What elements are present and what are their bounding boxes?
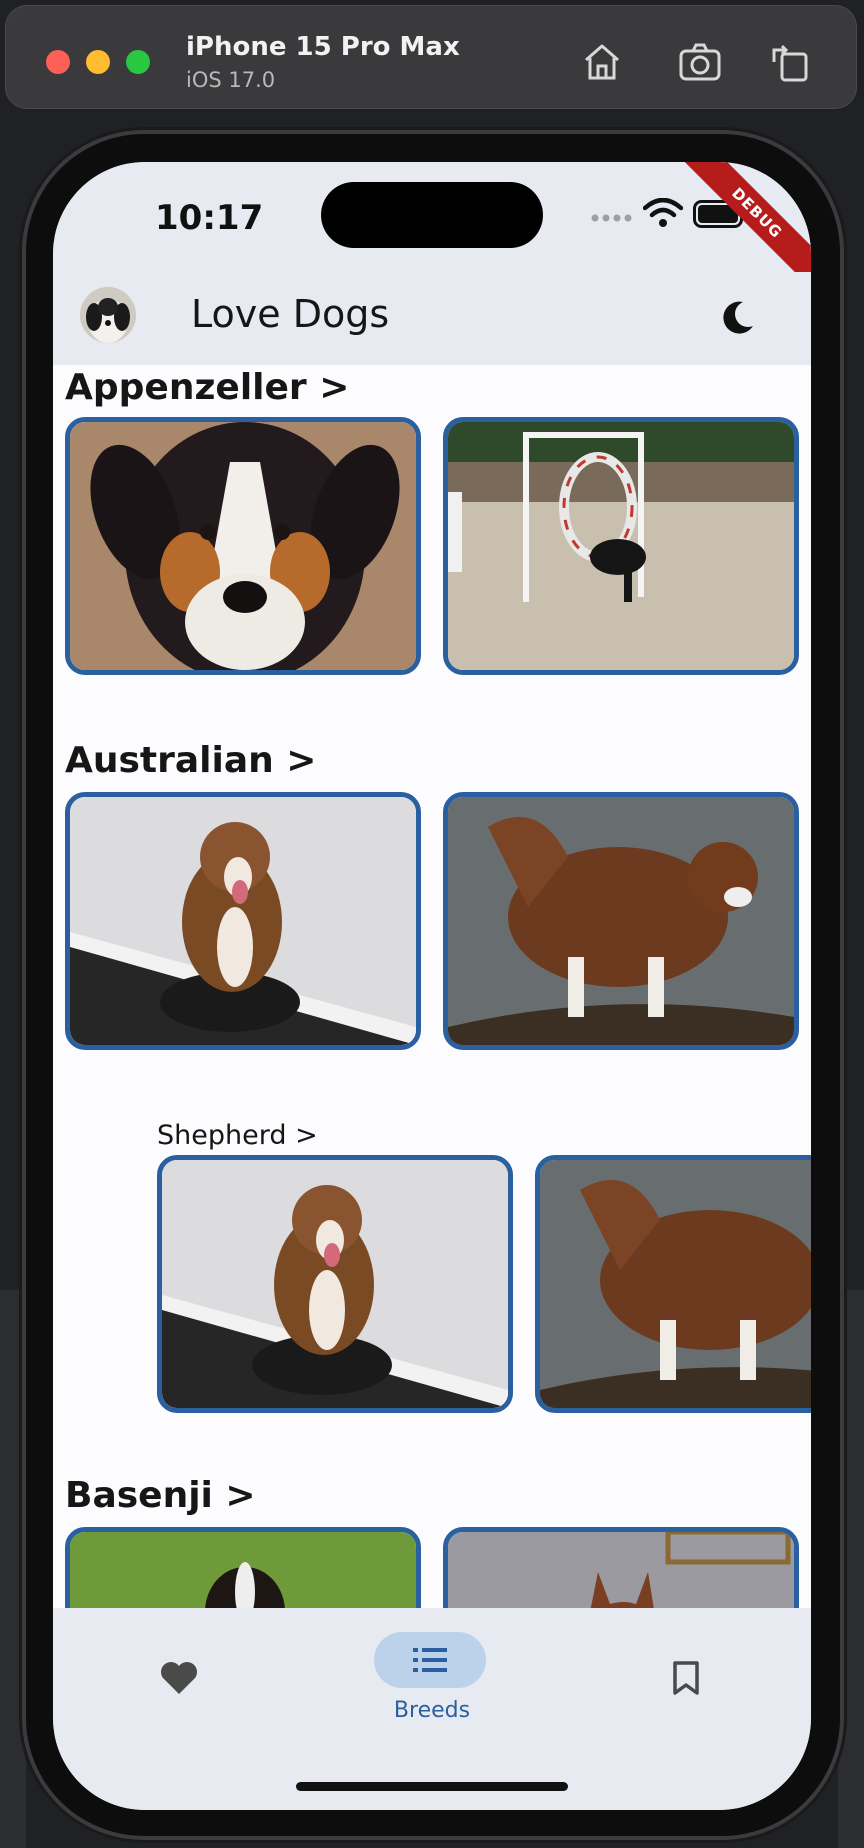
heart-icon[interactable] <box>159 1660 199 1696</box>
phone-screen: 10:17 DEBUG Love Dogs Appenzeller > Aust… <box>53 162 811 1810</box>
shepherd-sitting-image <box>162 1160 508 1408</box>
wifi-icon <box>643 198 683 227</box>
breed-list[interactable]: Appenzeller > Australian > Shepherd > Ba… <box>53 365 811 1615</box>
breed-image-card[interactable] <box>443 417 799 675</box>
breed-title-appenzeller[interactable]: Appenzeller > <box>65 367 349 408</box>
breed-image-card[interactable] <box>65 792 421 1050</box>
app-title: Love Dogs <box>191 292 390 336</box>
bookmark-icon[interactable] <box>671 1660 701 1696</box>
basenji-indoor-image <box>448 1532 794 1615</box>
breed-image-card[interactable] <box>65 1527 421 1615</box>
zoom-window-button[interactable] <box>126 50 150 74</box>
background-window <box>838 1290 864 1848</box>
os-version: iOS 17.0 <box>186 68 276 92</box>
avatar[interactable] <box>80 287 136 343</box>
bottom-navigation: Breeds <box>53 1608 811 1810</box>
home-indicator[interactable] <box>296 1782 568 1791</box>
shepherd-tree-image <box>540 1160 811 1408</box>
signal-icon <box>591 214 632 222</box>
minimize-window-button[interactable] <box>86 50 110 74</box>
nav-label-breeds[interactable]: Breeds <box>53 1698 811 1723</box>
home-icon[interactable] <box>578 38 626 86</box>
close-window-button[interactable] <box>46 50 70 74</box>
simulator-toolbar: iPhone 15 Pro Max iOS 17.0 <box>5 5 857 109</box>
status-bar: 10:17 DEBUG <box>53 162 811 295</box>
breed-image-card[interactable] <box>443 792 799 1050</box>
dog-avatar-image <box>80 287 136 343</box>
list-icon <box>413 1648 447 1672</box>
appenzeller-portrait-image <box>70 422 416 670</box>
status-time: 10:17 <box>155 198 264 238</box>
breed-image-card[interactable] <box>443 1527 799 1615</box>
australian-tree-image <box>448 797 794 1045</box>
background-window <box>0 1290 26 1848</box>
sub-breed-title-shepherd[interactable]: Shepherd > <box>157 1120 318 1151</box>
australian-sitting-image <box>70 797 416 1045</box>
dynamic-island <box>321 182 543 248</box>
breed-image-card[interactable] <box>157 1155 513 1413</box>
app-bar: Love Dogs <box>53 272 811 365</box>
breed-title-basenji[interactable]: Basenji > <box>65 1475 256 1516</box>
basenji-grass-image <box>70 1532 416 1615</box>
breed-title-australian[interactable]: Australian > <box>65 740 316 781</box>
screenshot-icon[interactable] <box>676 38 724 86</box>
breed-image-card[interactable] <box>535 1155 811 1413</box>
device-name: iPhone 15 Pro Max <box>186 32 460 62</box>
appenzeller-agility-image <box>448 422 794 670</box>
breed-image-card[interactable] <box>65 417 421 675</box>
rotate-icon[interactable] <box>766 38 814 86</box>
moon-icon[interactable] <box>717 298 757 338</box>
